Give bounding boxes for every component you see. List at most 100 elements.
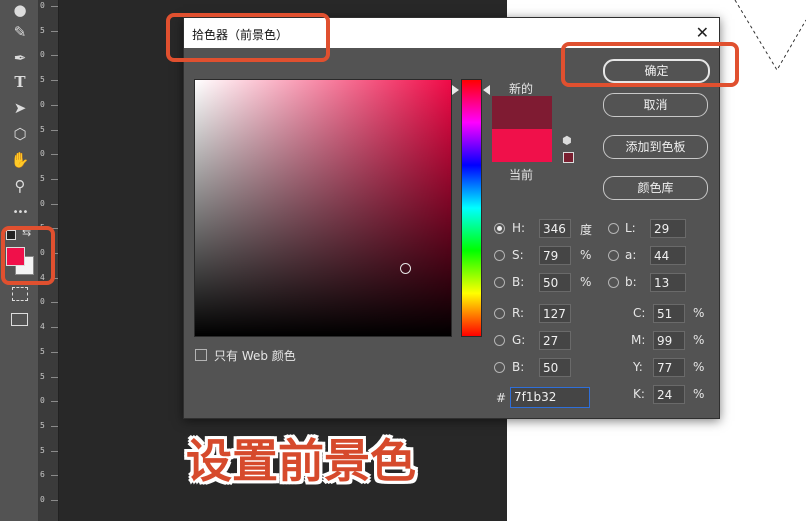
color-libraries-button[interactable]: 颜色库 [603, 176, 708, 200]
ruler-tick-label: 0 [40, 495, 45, 504]
hand-icon[interactable]: ✋ [9, 150, 31, 170]
ruler-tick-label: 5 [40, 173, 45, 183]
hue-slider-right-arrow-icon[interactable] [483, 85, 490, 95]
add-to-swatches-button[interactable]: 添加到色板 [603, 135, 708, 159]
r-label: R: [512, 306, 525, 320]
radio-b-blue[interactable] [494, 362, 505, 373]
ruler-tick-label: 6 [40, 470, 45, 480]
color-field[interactable] [194, 79, 452, 337]
l-label: L: [625, 221, 636, 235]
ruler-tick-label: 0 [40, 198, 45, 208]
r-input[interactable]: 127 [539, 304, 571, 323]
ruler-tick-mark [51, 30, 58, 32]
ruler-tick-label: 0 [40, 99, 45, 109]
ruler-tick-mark [51, 80, 58, 82]
screen-mode-icon[interactable] [11, 313, 28, 326]
c-input[interactable]: 51 [653, 304, 685, 323]
s-label: S: [512, 248, 524, 262]
ruler-tick-label: 0 [40, 50, 45, 60]
tutorial-caption: 设置前景色 [186, 434, 416, 488]
s-unit: % [580, 248, 592, 262]
radio-h[interactable] [494, 223, 505, 234]
ruler-tick-label: 5 [40, 371, 45, 381]
b-brightness-unit: % [580, 275, 592, 289]
pen-icon[interactable]: ✒ [9, 48, 31, 68]
close-icon[interactable]: ✕ [696, 23, 709, 42]
ruler-tick-mark [51, 351, 58, 353]
radio-lab-b[interactable] [608, 277, 619, 288]
s-input[interactable]: 79 [539, 246, 571, 265]
current-color-swatch[interactable] [492, 129, 552, 162]
lab-b-label: b: [625, 275, 637, 289]
quick-selection-icon[interactable]: ✎ [9, 22, 31, 42]
ruler-tick-mark [51, 55, 58, 57]
m-label: M: [631, 333, 646, 347]
radio-b-brightness[interactable] [494, 277, 505, 288]
ruler-tick-label: 5 [40, 75, 45, 85]
hue-slider-left-arrow-icon[interactable] [452, 85, 459, 95]
ruler-tick-label: 5 [40, 346, 45, 356]
out-of-gamut-cube-icon[interactable]: ⬢ [562, 135, 574, 147]
dodge-icon[interactable]: ● [9, 0, 31, 20]
ruler-tick-mark [51, 154, 58, 156]
ruler-tick-mark [51, 450, 58, 452]
y-unit: % [693, 360, 705, 374]
l-input[interactable]: 29 [650, 219, 686, 238]
m-unit: % [693, 333, 705, 347]
b-brightness-label: B: [512, 275, 525, 289]
path-selection-icon[interactable]: ➤ [9, 98, 31, 118]
ruler-tick-label: 5 [40, 25, 45, 35]
c-unit: % [693, 306, 705, 320]
quick-mask-icon[interactable] [12, 287, 28, 301]
web-safe-color-swatch[interactable] [563, 152, 574, 163]
cancel-button[interactable]: 取消 [603, 93, 708, 117]
lab-b-input[interactable]: 13 [650, 273, 686, 292]
only-web-colors-checkbox[interactable] [195, 349, 207, 361]
ruler-tick-label: 5 [40, 420, 45, 430]
k-label: K: [633, 387, 645, 401]
ruler-tick-mark [51, 302, 58, 304]
hue-slider[interactable] [461, 79, 482, 337]
more-icon[interactable]: ••• [9, 202, 31, 222]
current-color-label: 当前 [509, 168, 534, 182]
polygon-icon[interactable]: ⬡ [9, 124, 31, 144]
k-input[interactable]: 24 [653, 385, 685, 404]
radio-a[interactable] [608, 250, 619, 261]
zoom-icon[interactable]: ⚲ [9, 176, 31, 196]
color-field-cursor[interactable] [400, 263, 411, 274]
title-highlight-box [166, 13, 330, 62]
ruler-tick-label: 0 [40, 297, 45, 307]
ruler-tick-label: 0 [40, 396, 45, 406]
ruler-tick-label: 5 [40, 445, 45, 455]
g-input[interactable]: 27 [539, 331, 571, 350]
ruler-tick-mark [51, 327, 58, 329]
h-input[interactable]: 346 [539, 219, 571, 238]
radio-l[interactable] [608, 223, 619, 234]
text-icon[interactable]: T [9, 72, 31, 92]
only-web-colors-label: 只有 Web 颜色 [214, 349, 296, 363]
c-label: C: [633, 306, 646, 320]
b-blue-input[interactable]: 50 [539, 358, 571, 377]
a-label: a: [625, 248, 637, 262]
b-brightness-input[interactable]: 50 [539, 273, 571, 292]
y-label: Y: [633, 360, 643, 374]
color-swatch-highlight-box [1, 226, 55, 285]
h-label: H: [512, 221, 526, 235]
ruler-tick-mark [51, 425, 58, 427]
ok-button-highlight-box [561, 42, 739, 87]
hex-label: # [496, 391, 507, 405]
ruler-tick-mark [51, 104, 58, 106]
a-input[interactable]: 44 [650, 246, 686, 265]
radio-r[interactable] [494, 308, 505, 319]
ruler-tick-label: 4 [40, 322, 45, 332]
ruler-tick-mark [51, 500, 58, 501]
b-blue-label: B: [512, 360, 525, 374]
hex-input[interactable]: 7f1b32 [510, 387, 590, 408]
m-input[interactable]: 99 [653, 331, 685, 350]
radio-g[interactable] [494, 335, 505, 346]
ruler-tick-label: 0 [40, 1, 45, 10]
y-input[interactable]: 77 [653, 358, 685, 377]
radio-s[interactable] [494, 250, 505, 261]
ruler-tick-mark [51, 203, 58, 205]
ruler-tick-mark [51, 6, 58, 7]
